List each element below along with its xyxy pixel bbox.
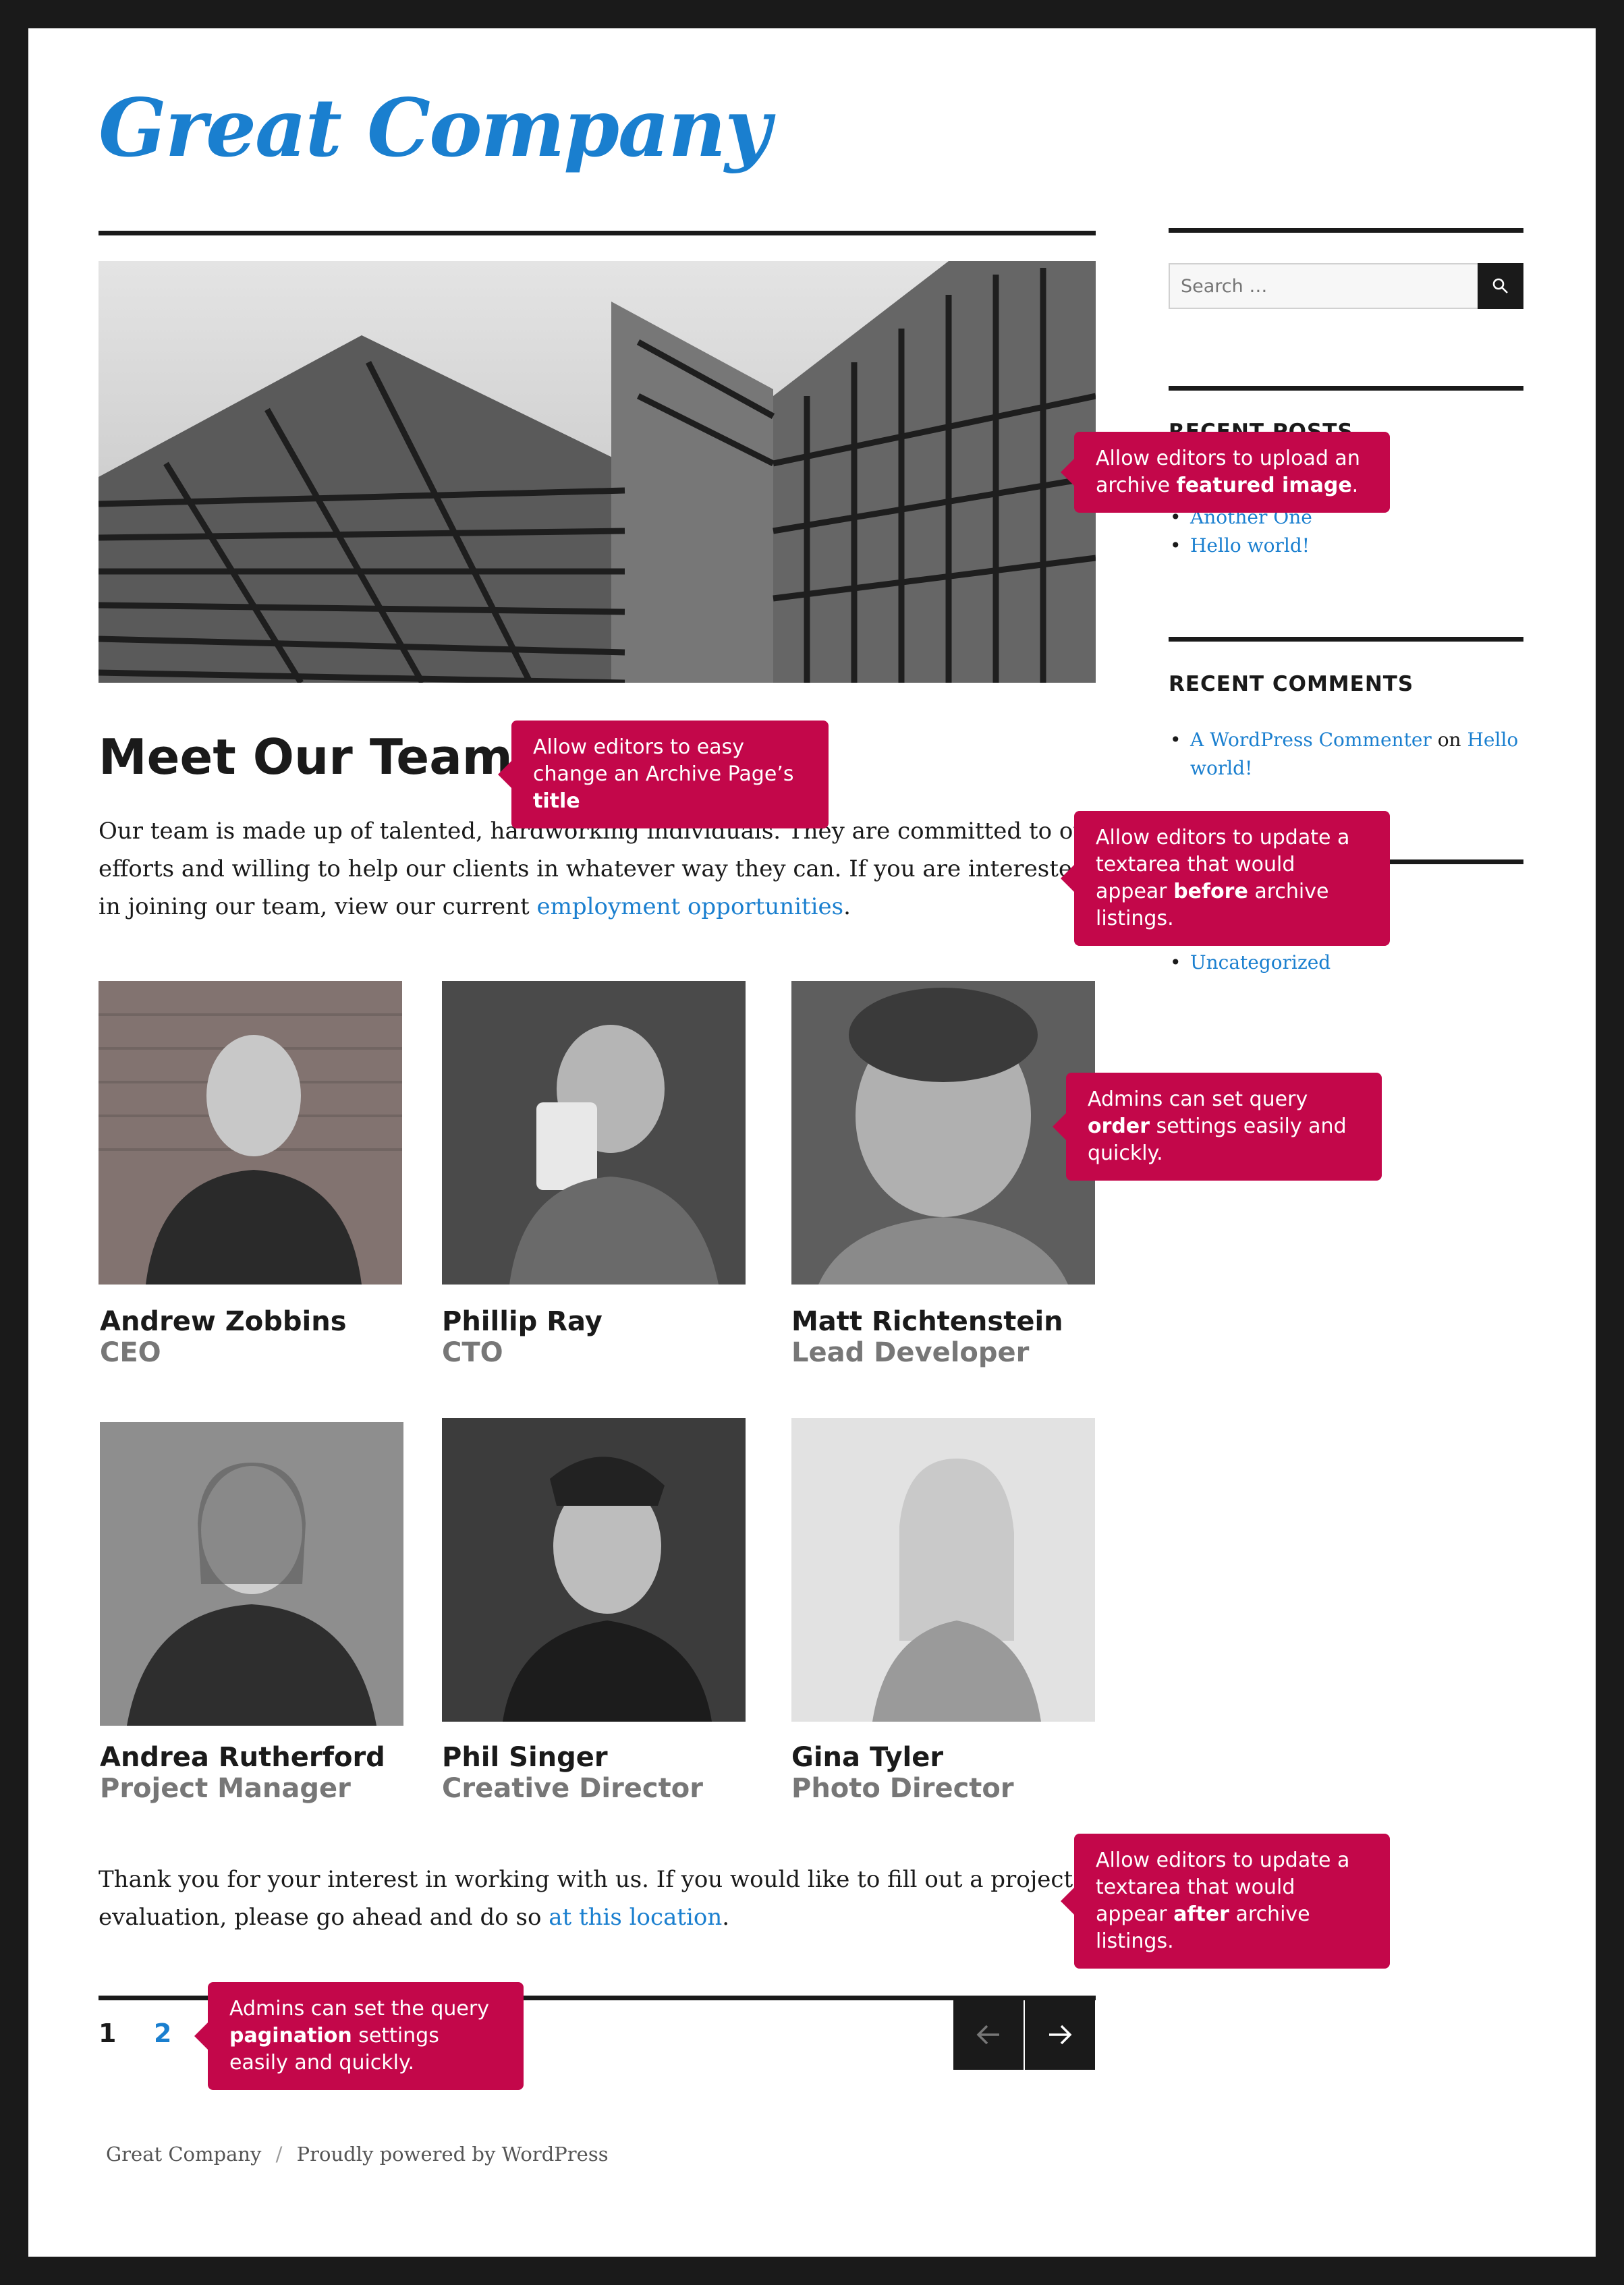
sidebar-divider-comments [1169,637,1523,642]
team-photo-phil[interactable] [442,1418,746,1722]
comment-author-link[interactable]: A WordPress Commenter [1190,729,1432,751]
footer-powered-link[interactable]: Proudly powered by WordPress [297,2143,609,2166]
member-role: CEO [100,1337,161,1368]
callout-bold: featured image [1176,474,1352,497]
portrait-icon [100,1422,403,1726]
comment-on-text: on [1437,729,1461,751]
callout-bold: after [1173,1902,1229,1926]
member-name[interactable]: Phil Singer [442,1742,608,1773]
search-button[interactable] [1478,263,1523,309]
evaluation-link[interactable]: at this location [549,1904,722,1931]
sidebar-divider-search [1169,228,1523,233]
featured-image [99,261,1096,683]
callout-text-end: . [1351,474,1359,497]
callout-bold: before [1173,880,1248,903]
recent-comments-title: RECENT COMMENTS [1169,672,1414,696]
site-footer: Great Company / Proudly powered by WordP… [106,2143,609,2166]
intro-end: . [843,893,851,920]
callout-pagination: Admins can set the query pagination sett… [194,1982,524,2090]
page-1-current: 1 [99,2019,117,2048]
arrow-left-icon [976,2025,999,2045]
member-name[interactable]: Matt Richtenstein [791,1306,1063,1337]
member-role: CTO [442,1337,503,1368]
portrait-icon [791,1418,1095,1722]
search-input[interactable] [1169,263,1480,309]
footer-separator: / [275,2143,283,2166]
team-photo-phillip[interactable] [442,981,746,1285]
recent-post-link[interactable]: Hello world! [1190,534,1310,557]
footer-site-link[interactable]: Great Company [106,2143,261,2166]
callout-bold: order [1088,1115,1150,1138]
category-item[interactable]: Uncategorized [1169,949,1331,977]
callout-text: Admins can set the query [229,1997,489,2021]
search-icon [1492,278,1508,293]
callout-title: Allow editors to easy change an Archive … [498,721,829,828]
callout-order: Admins can set query order settings easi… [1053,1073,1382,1181]
category-link[interactable]: Uncategorized [1190,951,1331,974]
recent-post-item[interactable]: Hello world! [1169,532,1312,560]
page-title: Meet Our Team [99,729,513,785]
team-photo-andrea[interactable] [100,1422,403,1726]
callout-before-text: Allow editors to update a textarea that … [1061,811,1390,946]
outro-end: . [722,1904,730,1931]
arrow-right-icon [1049,2025,1072,2045]
member-name[interactable]: Phillip Ray [442,1306,603,1337]
recent-comments-list: A WordPress Commenter on Hello world! [1169,726,1519,783]
member-name[interactable]: Gina Tyler [791,1742,943,1773]
callout-bold: title [533,789,580,813]
prev-page-button[interactable] [953,2000,1024,2070]
recent-comment-item: A WordPress Commenter on Hello world! [1169,726,1519,783]
member-name[interactable]: Andrew Zobbins [100,1306,347,1337]
portrait-icon [442,981,746,1285]
callout-after-text: Allow editors to update a textarea that … [1061,1834,1390,1969]
content-divider [99,231,1096,235]
team-photo-andrew[interactable] [99,981,402,1285]
portrait-icon [99,981,402,1285]
team-photo-gina[interactable] [791,1418,1095,1722]
portrait-icon [791,981,1095,1285]
employment-link[interactable]: employment opportunities [537,893,844,920]
team-photo-matt[interactable] [791,981,1095,1285]
callout-bold: pagination [229,2024,352,2048]
member-name[interactable]: Andrea Rutherford [100,1742,385,1773]
callout-text: Admins can set query [1088,1088,1308,1111]
categories-list: Uncategorized [1169,949,1331,977]
callout-featured-image: Allow editors to upload an archive featu… [1061,432,1390,513]
sidebar-divider-posts [1169,386,1523,391]
callout-text: Allow editors to easy change an Archive … [533,735,794,786]
outro-text: Thank you for your interest in working w… [99,1861,1104,1936]
member-role: Lead Developer [791,1337,1030,1368]
portrait-icon [442,1418,746,1722]
building-illustration [99,261,1096,683]
member-role: Creative Director [442,1773,703,1804]
site-logo[interactable]: Great Company [99,81,771,189]
member-role: Photo Director [791,1773,1014,1804]
intro-text: Our team is made up of talented, hardwor… [99,812,1104,926]
next-page-button[interactable] [1025,2000,1095,2070]
member-role: Project Manager [100,1773,351,1804]
page-2-link[interactable]: 2 [154,2019,171,2048]
